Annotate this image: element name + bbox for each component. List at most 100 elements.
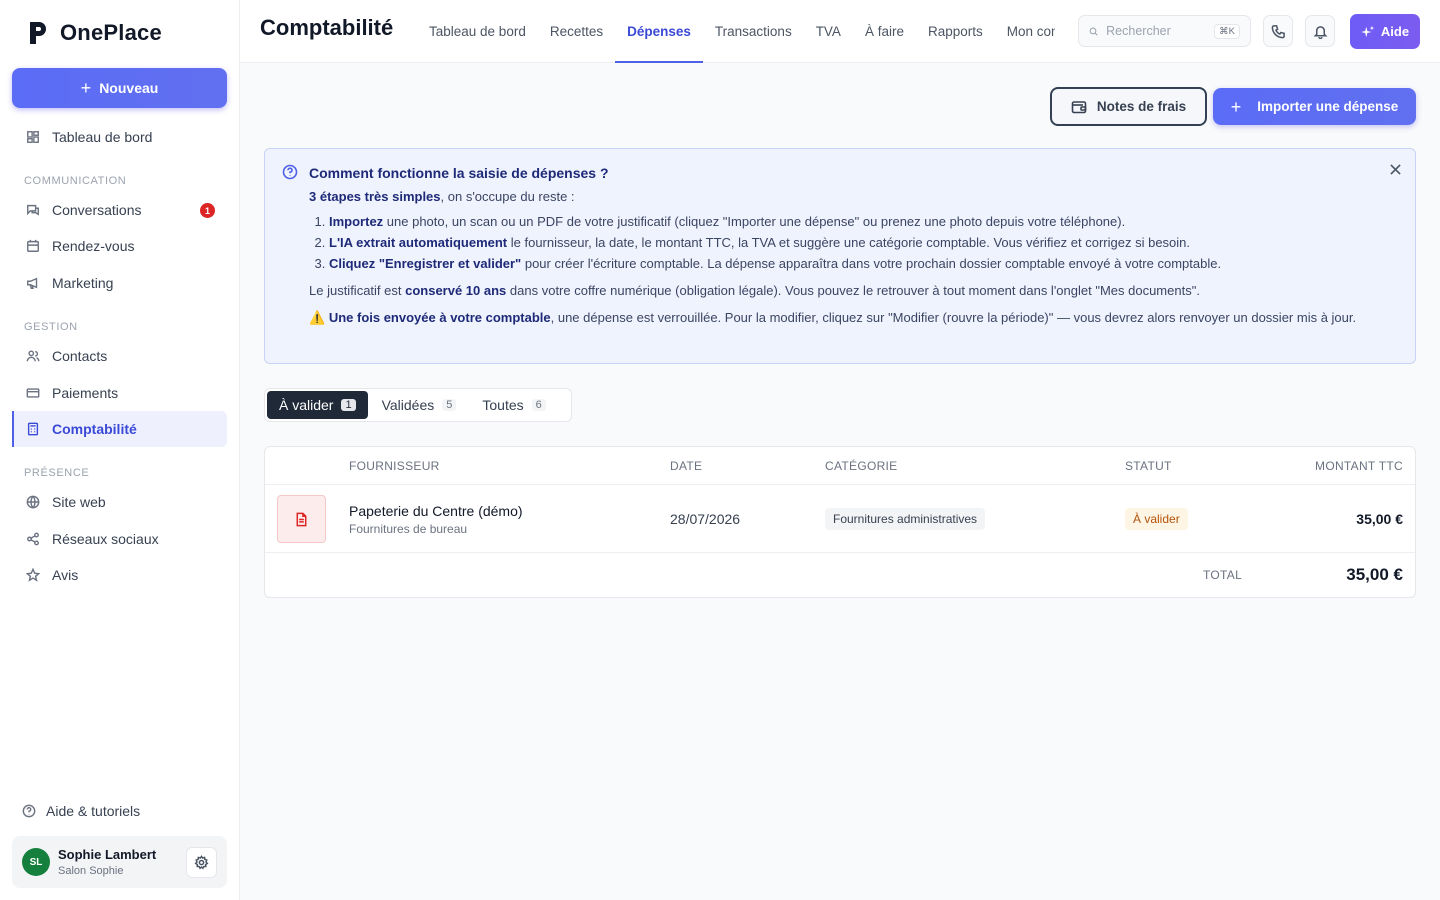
retention-post: dans votre coffre numérique (obligation … bbox=[506, 283, 1200, 298]
help-circle-icon bbox=[22, 804, 36, 818]
sidebar-item-appointments[interactable]: Rendez-vous bbox=[12, 228, 227, 264]
step-bold: Cliquez "Enregistrer et valider" bbox=[329, 256, 522, 271]
tab-expenses[interactable]: Dépenses bbox=[615, 0, 703, 63]
status-badge: À valider bbox=[1125, 508, 1188, 530]
expenses-table: FOURNISSEUR DATE CATÉGORIE STATUT MONTAN… bbox=[264, 446, 1416, 598]
step-text: une photo, un scan ou un PDF de votre ju… bbox=[383, 214, 1126, 229]
tab-vat[interactable]: TVA bbox=[804, 0, 853, 63]
filter-label: Toutes bbox=[482, 397, 524, 413]
steps-list: Importez une photo, un scan ou un PDF de… bbox=[329, 211, 1369, 274]
panel-content: Comment fonctionne la saisie de dépenses… bbox=[309, 163, 1369, 328]
expense-notes-label: Notes de frais bbox=[1096, 99, 1187, 114]
wallet-icon bbox=[1071, 100, 1087, 113]
filter-to-validate[interactable]: À valider 1 bbox=[267, 391, 368, 419]
sidebar-item-conversations[interactable]: Conversations 1 bbox=[12, 192, 227, 228]
column-header-supplier[interactable]: FOURNISSEUR bbox=[349, 459, 440, 473]
retention-pre: Le justificatif est bbox=[309, 283, 406, 298]
user-info: Sophie Lambert Salon Sophie bbox=[58, 847, 186, 877]
step-text: pour créer l'écriture comptable. La dépe… bbox=[521, 256, 1222, 271]
panel-intro: 3 étapes très simples, on s'occupe du re… bbox=[309, 186, 1369, 207]
document-icon bbox=[296, 512, 307, 526]
sidebar-item-dashboard[interactable]: Tableau de bord bbox=[12, 119, 227, 155]
retention-note: Le justificatif est conservé 10 ans dans… bbox=[309, 280, 1369, 301]
help-ai-label: Aide bbox=[1380, 24, 1410, 39]
new-button-label: Nouveau bbox=[99, 80, 159, 96]
settings-button[interactable] bbox=[186, 846, 217, 878]
phone-icon bbox=[1271, 24, 1285, 38]
calendar-icon bbox=[27, 239, 39, 252]
section-tabs: Tableau de bord Recettes Dépenses Transa… bbox=[417, 0, 1055, 63]
sidebar-item-website[interactable]: Site web bbox=[12, 484, 227, 520]
receipt-thumbnail[interactable] bbox=[277, 495, 326, 543]
search-box[interactable]: ⌘K bbox=[1078, 15, 1251, 47]
search-input[interactable] bbox=[1106, 24, 1207, 38]
globe-icon bbox=[26, 495, 40, 509]
users-icon bbox=[26, 350, 40, 362]
step-bold: Importez bbox=[329, 214, 384, 229]
filter-all[interactable]: Toutes 6 bbox=[470, 391, 557, 419]
column-header-amount[interactable]: MONTANT TTC bbox=[1315, 459, 1403, 473]
table-row[interactable]: Papeterie du Centre (démo) Fournitures d… bbox=[265, 484, 1415, 553]
amount-ttc: 35,00 € bbox=[1356, 511, 1403, 527]
sidebar-item-label: Contacts bbox=[52, 348, 108, 364]
warning-text: , une dépense est verrouillée. Pour la m… bbox=[550, 310, 1357, 325]
step-bold: L'IA extrait automatiquement bbox=[329, 235, 508, 250]
avatar: SL bbox=[22, 848, 50, 876]
sidebar-item-label: Tableau de bord bbox=[52, 129, 153, 145]
logo[interactable]: OnePlace bbox=[28, 20, 162, 46]
column-header-category[interactable]: CATÉGORIE bbox=[825, 459, 898, 473]
how-it-works-panel: Comment fonctionne la saisie de dépenses… bbox=[264, 148, 1416, 364]
intro-rest: , on s'occupe du reste : bbox=[440, 189, 575, 204]
sidebar-item-marketing[interactable]: Marketing bbox=[12, 265, 227, 301]
section-label-communication: COMMUNICATION bbox=[24, 175, 127, 187]
dashboard-icon bbox=[27, 131, 39, 143]
filter-label: Validées bbox=[381, 397, 435, 413]
import-expense-button[interactable]: + Importer une dépense bbox=[1213, 88, 1416, 125]
tab-todo[interactable]: À faire bbox=[853, 0, 916, 63]
bell-icon bbox=[1313, 25, 1327, 39]
sidebar: OnePlace + Nouveau Tableau de bord COMMU… bbox=[0, 0, 240, 900]
close-panel-button[interactable] bbox=[1387, 161, 1403, 177]
column-header-status[interactable]: STATUT bbox=[1125, 459, 1172, 473]
help-ai-button[interactable]: Aide bbox=[1350, 14, 1420, 49]
plus-icon: + bbox=[80, 78, 92, 98]
tab-transactions[interactable]: Transactions bbox=[703, 0, 804, 63]
column-header-date[interactable]: DATE bbox=[670, 459, 702, 473]
close-icon bbox=[1389, 163, 1401, 175]
search-shortcut: ⌘K bbox=[1214, 23, 1240, 39]
filter-count: 6 bbox=[531, 399, 546, 411]
filter-validated[interactable]: Validées 5 bbox=[370, 391, 469, 419]
sparkles-icon bbox=[1360, 25, 1375, 37]
user-card[interactable]: SL Sophie Lambert Salon Sophie bbox=[12, 836, 227, 888]
tab-reports[interactable]: Rapports bbox=[916, 0, 995, 63]
tab-dashboard[interactable]: Tableau de bord bbox=[417, 0, 538, 63]
sidebar-item-label: Paiements bbox=[52, 385, 119, 401]
total-value: 35,00 € bbox=[1346, 565, 1403, 584]
help-tutorials-link[interactable]: Aide & tutoriels bbox=[22, 803, 140, 819]
filter-label: À valider bbox=[279, 397, 334, 413]
notifications-button[interactable] bbox=[1305, 15, 1335, 47]
supplier-subtitle: Fournitures de bureau bbox=[349, 522, 468, 536]
warning-bold: Une fois envoyée à votre comptable bbox=[328, 310, 551, 325]
expense-notes-button[interactable]: Notes de frais bbox=[1050, 87, 1207, 126]
panel-title: Comment fonctionne la saisie de dépenses… bbox=[309, 165, 609, 181]
step-text: le fournisseur, la date, le montant TTC,… bbox=[507, 235, 1191, 250]
sidebar-item-label: Avis bbox=[52, 567, 79, 583]
sidebar-item-label: Comptabilité bbox=[52, 421, 137, 437]
tab-my-account[interactable]: Mon compte bbox=[995, 0, 1055, 63]
sidebar-item-social[interactable]: Réseaux sociaux bbox=[12, 521, 227, 557]
intro-bold: 3 étapes très simples bbox=[309, 189, 441, 204]
tab-income[interactable]: Recettes bbox=[538, 0, 615, 63]
phone-button[interactable] bbox=[1263, 15, 1293, 47]
user-business: Salon Sophie bbox=[58, 865, 124, 877]
info-icon-wrapper bbox=[282, 164, 298, 180]
sidebar-item-contacts[interactable]: Contacts bbox=[12, 338, 227, 374]
sidebar-item-payments[interactable]: Paiements bbox=[12, 375, 227, 411]
list-item: Cliquez "Enregistrer et valider" pour cr… bbox=[329, 253, 1369, 274]
sidebar-item-reviews[interactable]: Avis bbox=[12, 557, 227, 593]
new-button[interactable]: + Nouveau bbox=[12, 68, 227, 108]
sidebar-item-accounting[interactable]: Comptabilité bbox=[12, 411, 227, 447]
section-label-gestion: GESTION bbox=[24, 321, 78, 333]
sidebar-item-label: Rendez-vous bbox=[52, 238, 135, 254]
sidebar-item-label: Conversations bbox=[52, 202, 142, 218]
